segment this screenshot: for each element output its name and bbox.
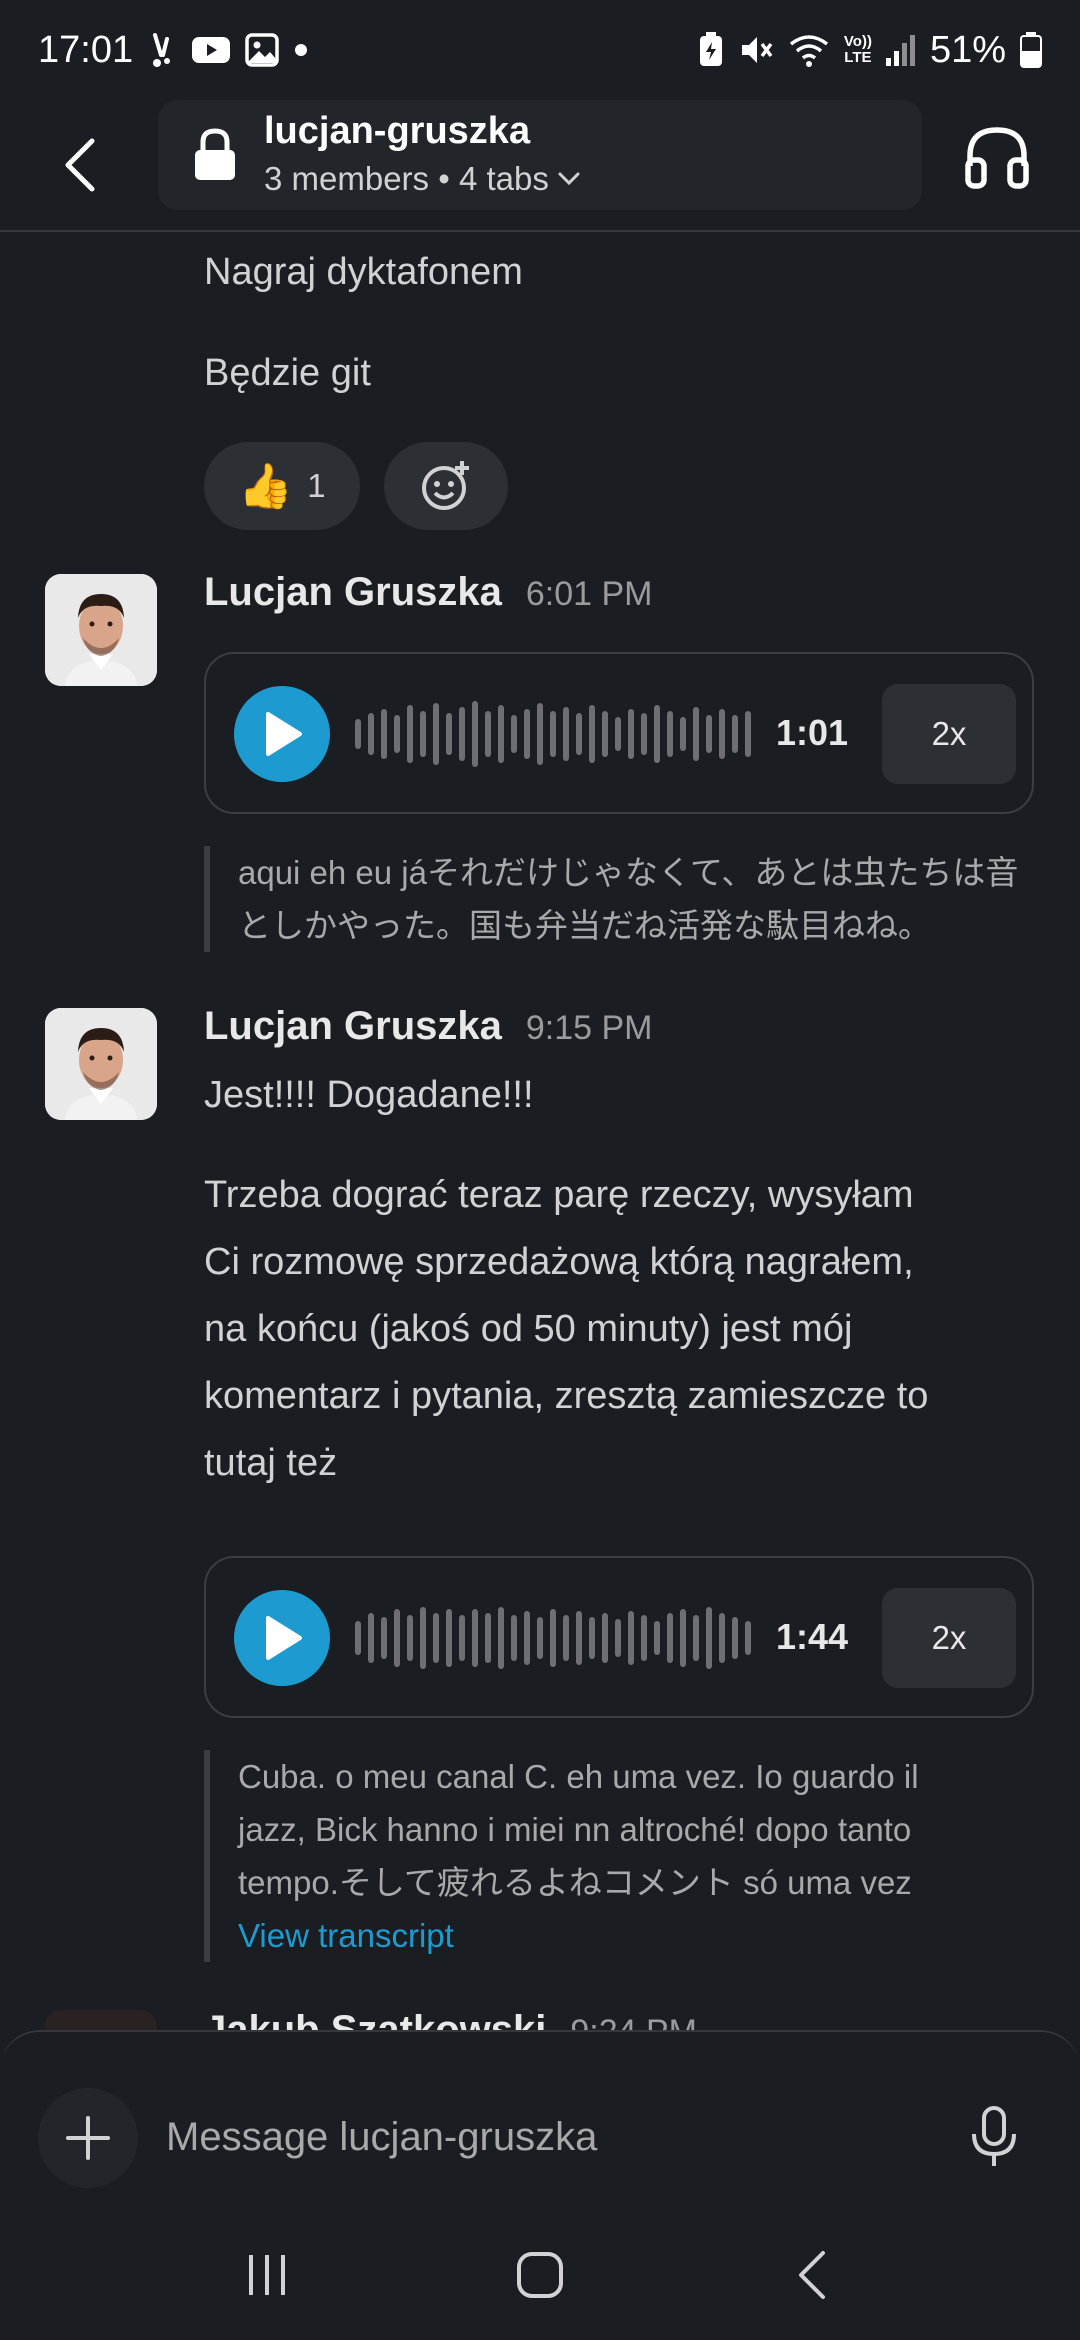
chevron-left-icon [65,138,95,192]
headphones-icon [965,127,1029,189]
message-text: Trzeba dograć teraz parę rzeczy, wysyłam [204,1174,914,1216]
transcript-preview[interactable]: Cuba. o meu canal C. eh uma vez. Io guar… [204,1750,1044,1962]
home-button[interactable] [500,2235,580,2315]
recent-apps-button[interactable] [227,2235,307,2315]
network-label: LTE [844,49,872,66]
author-name[interactable]: Lucjan Gruszka [204,570,502,615]
playback-speed-button[interactable]: 2x [882,1588,1016,1688]
system-back-button[interactable] [773,2235,853,2315]
message-text: Ci rozmowę sprzedażową którą nagrałem, [204,1241,914,1283]
huddle-button[interactable] [962,122,1032,192]
channel-info-button[interactable]: lucjan-gruszka 3 members • 4 tabs [158,100,922,210]
transcript-text: jazz, Bick hanno i miei nn altroché! dop… [238,1811,912,1848]
chevron-down-icon [558,172,580,186]
author-name[interactable]: Lucjan Gruszka [204,1004,502,1049]
message-text: Jest!!!! Dogadane!!! [204,1074,534,1116]
message-text: komentarz i pytania, zresztą zamieszcze … [204,1375,929,1417]
avatar[interactable] [45,574,157,686]
add-reaction-icon [422,461,469,510]
transcript-text: aqui eh eu jáそれだけじゃなくて、あとは虫たちは音としかやった。国も… [238,854,1019,944]
reaction-count: 1 [307,467,326,504]
signal-icon [885,34,916,66]
message-text: Będzie git [204,352,371,394]
transcript-text: Cuba. o meu canal C. eh uma vez. Io guar… [238,1758,919,1795]
playback-speed-button[interactable]: 2x [882,684,1016,784]
youtube-icon [191,35,231,65]
battery-icon [1020,32,1042,68]
status-time: 17:01 [38,28,134,71]
audio-waveform[interactable] [354,1598,754,1678]
audio-message: 1:01 2x [204,652,1034,814]
system-navigation-bar [0,2210,1080,2340]
battery-percent: 51% [929,28,1006,71]
play-button[interactable] [234,1590,330,1686]
message-list[interactable]: Nagraj dyktafonem Będzie git 👍 1 Lucjan … [0,232,1080,2032]
audio-waveform[interactable] [354,694,754,774]
channel-name: lucjan-gruszka [264,110,531,152]
message-text: Nagraj dyktafonem [204,251,523,293]
volte-icon: Vo)) LTE [843,33,872,66]
avatar-image [45,1008,157,1120]
author-name[interactable]: Jakub Szatkowski [204,2008,546,2032]
avatar[interactable] [45,2010,157,2032]
channel-subtitle: 3 members • 4 tabs [264,160,549,197]
gallery-icon [245,33,279,67]
add-reaction-button[interactable] [384,442,508,530]
message-input[interactable] [166,2102,926,2172]
notification-icon [147,31,177,69]
message-text: na końcu (jakoś od 50 minuty) jest mój [204,1308,853,1350]
voice-message-button[interactable] [966,2104,1022,2170]
status-bar: 17:01 Vo)) LTE 51% [0,0,1080,100]
play-icon [266,1616,302,1660]
channel-header: lucjan-gruszka 3 members • 4 tabs [0,100,1080,232]
message-time: 9:15 PM [525,1009,653,1047]
audio-message: 1:44 2x [204,1556,1034,1718]
mute-icon [738,32,774,68]
recent-apps-icon [248,2255,285,2295]
message-text: tutaj też [204,1442,338,1484]
microphone-icon [972,2106,1016,2166]
play-button[interactable] [234,686,330,782]
back-button[interactable] [48,120,112,210]
avatar-image [45,574,157,686]
transcript-preview[interactable]: aqui eh eu jáそれだけじゃなくて、あとは虫たちは音としかやった。国も… [204,846,1044,952]
audio-duration: 1:44 [776,1616,849,1657]
home-icon [516,2252,563,2298]
audio-duration: 1:01 [776,712,849,753]
lock-icon [195,128,235,180]
dot-icon [293,42,309,58]
message-time: 6:01 PM [525,575,653,613]
play-icon [266,712,302,756]
transcript-text: tempo.そして疲れるよねコメント só uma vez [238,1864,912,1901]
app-screen: 17:01 Vo)) LTE 51% lucjan-gruszka 3 memb… [0,0,1080,2340]
battery-saver-icon [698,32,724,68]
reaction-thumbs-up[interactable]: 👍 1 [204,442,360,530]
thumbs-up-emoji: 👍 [238,462,294,511]
back-arrow-icon [799,2251,826,2299]
wifi-icon [788,32,830,68]
view-transcript-link[interactable]: View transcript [238,1909,1044,1962]
plus-icon [66,2116,110,2160]
add-attachment-button[interactable] [38,2088,138,2188]
avatar[interactable] [45,1008,157,1120]
